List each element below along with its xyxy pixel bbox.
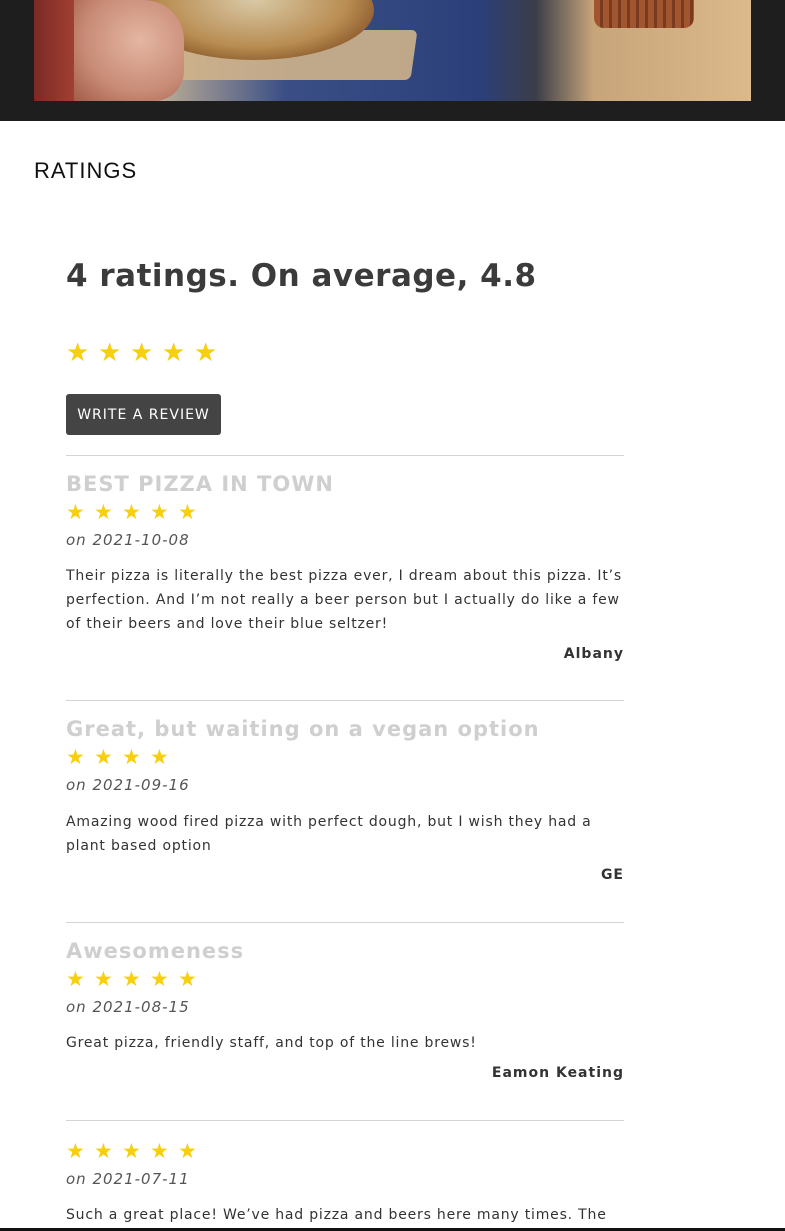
review-body: Such a great place! We’ve had pizza and … xyxy=(66,1207,607,1223)
review-body: Amazing wood fired pizza with perfect do… xyxy=(66,814,592,854)
star-icon: ★ xyxy=(66,745,85,769)
ratings-summary: 4 ratings. On average, 4.8 xyxy=(66,258,537,294)
review-body: Great pizza, friendly staff, and top of … xyxy=(66,1035,477,1051)
star-icon: ★ xyxy=(150,500,169,524)
star-icon: ★ xyxy=(94,500,113,524)
summary-stars: ★ ★ ★ ★ ★ xyxy=(66,340,226,366)
review-stars: ★ ★ ★ ★ ★ xyxy=(66,502,206,523)
star-icon: ★ xyxy=(98,338,122,368)
star-icon: ★ xyxy=(122,1139,141,1163)
star-icon: ★ xyxy=(130,338,154,368)
review-stars: ★ ★ ★ ★ ★ xyxy=(66,969,206,990)
review-author: GE xyxy=(600,867,624,883)
star-icon: ★ xyxy=(122,745,141,769)
review-stars: ★ ★ ★ ★ ★ xyxy=(66,1141,206,1162)
photo-basket xyxy=(594,0,694,28)
star-icon: ★ xyxy=(66,338,90,368)
star-icon: ★ xyxy=(94,1139,113,1163)
review-title: BEST PIZZA IN TOWN xyxy=(66,472,334,496)
star-icon: ★ xyxy=(150,745,169,769)
star-icon: ★ xyxy=(94,967,113,991)
review-title: Awesomeness xyxy=(66,939,245,963)
review-title: Great, but waiting on a vegan option xyxy=(66,717,540,741)
review-body: Their pizza is literally the best pizza … xyxy=(66,568,622,632)
star-icon: ★ xyxy=(194,338,218,368)
hero-band xyxy=(0,0,785,121)
photo-hand xyxy=(74,0,184,101)
hero-photo xyxy=(34,0,751,101)
review-date: on 2021-09-16 xyxy=(66,776,190,794)
star-icon: ★ xyxy=(150,1139,169,1163)
review-date: on 2021-07-11 xyxy=(66,1170,190,1188)
star-icon: ★ xyxy=(66,1139,85,1163)
review-author: Eamon Keating xyxy=(491,1065,624,1081)
star-icon: ★ xyxy=(66,500,85,524)
review-date: on 2021-10-08 xyxy=(66,531,190,549)
review-divider xyxy=(66,922,624,923)
star-icon: ★ xyxy=(122,967,141,991)
star-icon: ★ xyxy=(122,500,141,524)
review-divider xyxy=(66,700,624,701)
review-divider xyxy=(66,1120,624,1121)
review-divider xyxy=(66,455,624,456)
write-review-button[interactable]: WRITE A REVIEW xyxy=(66,394,221,435)
star-icon: ★ xyxy=(66,967,85,991)
star-icon: ★ xyxy=(178,967,197,991)
star-icon: ★ xyxy=(94,745,113,769)
review-stars: ★ ★ ★ ★ xyxy=(66,747,178,768)
review-author: Albany xyxy=(563,646,624,662)
ratings-heading: RATINGS xyxy=(34,158,138,183)
star-icon: ★ xyxy=(178,500,197,524)
star-icon: ★ xyxy=(178,1139,197,1163)
review-date: on 2021-08-15 xyxy=(66,998,190,1016)
star-icon: ★ xyxy=(162,338,186,368)
star-icon: ★ xyxy=(150,967,169,991)
